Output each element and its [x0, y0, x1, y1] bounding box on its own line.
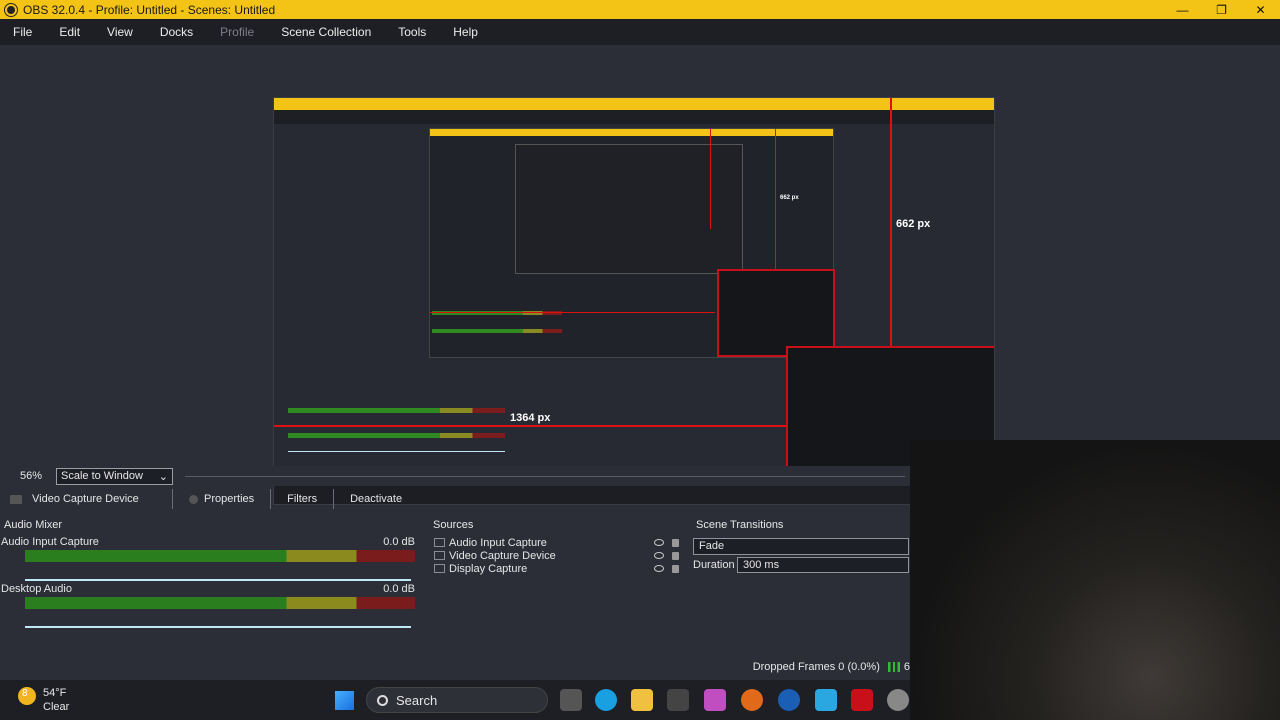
selected-source-label: Video Capture Device	[32, 493, 139, 505]
sources-title: Sources	[433, 519, 474, 531]
window-title: OBS 32.0.4 - Profile: Untitled - Scenes:…	[23, 2, 276, 17]
weather-condition: Clear	[43, 701, 70, 713]
properties-label: Properties	[204, 493, 255, 505]
signal-icon	[887, 662, 900, 672]
channel-db: 0.0 dB	[383, 583, 415, 595]
menu-file[interactable]: File	[13, 25, 32, 39]
maximize-button[interactable]: ❐	[1202, 0, 1241, 19]
search-icon	[377, 694, 388, 706]
zoom-level: 56%	[20, 470, 43, 482]
duration-input[interactable]: 300 ms	[737, 557, 909, 573]
dropped-frames: Dropped Frames 0 (0.0%)	[752, 661, 880, 673]
task-view-icon[interactable]	[560, 689, 582, 711]
height-measure-label: 662 px	[896, 218, 931, 230]
nested-title-bar	[274, 98, 994, 110]
filters-label: Filters	[287, 493, 318, 505]
sun-icon: 8	[18, 687, 36, 705]
copilot-icon[interactable]	[704, 689, 726, 711]
volume-slider[interactable]	[25, 579, 411, 581]
deactivate-label: Deactivate	[350, 493, 403, 505]
menu-view[interactable]: View	[107, 25, 133, 39]
obs-taskbar-icon[interactable]	[887, 689, 909, 711]
mcafee-icon[interactable]	[851, 689, 873, 711]
windows-start-icon[interactable]	[335, 691, 354, 710]
obs-logo-icon	[5, 3, 17, 16]
store-icon[interactable]	[667, 689, 689, 711]
scene-transitions-title: Scene Transitions	[696, 519, 784, 531]
gear-icon	[189, 494, 198, 504]
source-label: Audio Input Capture	[449, 536, 547, 549]
taskbar-search[interactable]: Search	[366, 687, 548, 713]
filters-button[interactable]: Filters	[271, 493, 333, 505]
lock-icon[interactable]	[672, 538, 679, 547]
scale-mode-value: Scale to Window	[61, 470, 143, 482]
source-item[interactable]: Display Capture	[432, 562, 687, 575]
nested-menu-bar	[274, 110, 994, 124]
menu-profile[interactable]: Profile	[220, 25, 254, 39]
camera-icon	[434, 551, 445, 560]
volume-meter	[25, 550, 415, 562]
close-button[interactable]: ✕	[1241, 0, 1280, 19]
nested-camera-source	[717, 269, 835, 357]
menu-bar: File Edit View Docks Profile Scene Colle…	[0, 19, 1280, 45]
eye-icon[interactable]	[654, 565, 664, 572]
source-item[interactable]: Video Capture Device	[432, 549, 687, 562]
status-bar: Dropped Frames 0 (0.0%) 6	[0, 658, 910, 676]
volume-slider[interactable]	[25, 626, 411, 628]
width-measure-label: 1364 px	[510, 412, 551, 424]
menu-scene-collection[interactable]: Scene Collection	[281, 25, 371, 39]
minimize-button[interactable]: —	[1163, 0, 1202, 19]
hp-icon[interactable]	[778, 689, 800, 711]
scale-mode-select[interactable]: Scale to Window ⌄	[56, 467, 173, 485]
title-bar: OBS 32.0.4 - Profile: Untitled - Scenes:…	[0, 0, 1280, 19]
camera-icon	[10, 494, 22, 504]
monitor-icon	[434, 564, 445, 573]
edge-icon[interactable]	[595, 689, 617, 711]
webcam-overlay	[910, 440, 1280, 720]
source-label: Video Capture Device	[449, 549, 556, 562]
file-explorer-icon[interactable]	[631, 689, 653, 711]
audio-mixer-title: Audio Mixer	[4, 519, 63, 531]
source-label: Display Capture	[449, 562, 528, 575]
docks-area: Audio Mixer Audio Input Capture 0.0 dB D…	[0, 516, 910, 662]
nested-inner-preview	[515, 144, 743, 274]
menu-help[interactable]: Help	[453, 25, 478, 39]
duration-label: Duration	[693, 559, 735, 571]
channel-name: Audio Input Capture	[1, 536, 99, 548]
transition-select[interactable]: Fade	[693, 538, 909, 555]
menu-docks[interactable]: Docks	[160, 25, 193, 39]
menu-tools[interactable]: Tools	[398, 25, 426, 39]
channel-name: Desktop Audio	[1, 583, 72, 595]
nested-height-label: 662 px	[780, 195, 799, 201]
lock-icon[interactable]	[672, 564, 679, 573]
properties-button[interactable]: Properties	[173, 493, 270, 505]
menu-edit[interactable]: Edit	[59, 25, 80, 39]
windows-taskbar: 8 54°F Clear Search	[0, 680, 910, 720]
preview-canvas[interactable]: 662 px 662 px 1364 px	[273, 97, 995, 505]
divider	[185, 475, 905, 477]
preview-area[interactable]: 662 px 662 px 1364 px	[0, 45, 1280, 505]
volume-meter	[25, 597, 415, 609]
weather-widget[interactable]: 8 54°F Clear	[18, 685, 108, 715]
source-item[interactable]: Audio Input Capture	[432, 536, 687, 549]
weather-badge: 8	[22, 688, 28, 699]
channel-db: 0.0 dB	[383, 536, 415, 548]
search-label: Search	[396, 692, 438, 708]
chevron-down-icon: ⌄	[158, 470, 168, 483]
deactivate-button[interactable]: Deactivate	[334, 493, 418, 505]
source-toolbar: Video Capture Device Properties Filters …	[0, 488, 910, 510]
lock-icon[interactable]	[672, 551, 679, 560]
eye-icon[interactable]	[654, 552, 664, 559]
brave-icon[interactable]	[741, 689, 763, 711]
weather-temp: 54°F	[43, 687, 67, 699]
eye-icon[interactable]	[654, 539, 664, 546]
weather-app-icon[interactable]	[815, 689, 837, 711]
mic-icon	[434, 538, 445, 547]
